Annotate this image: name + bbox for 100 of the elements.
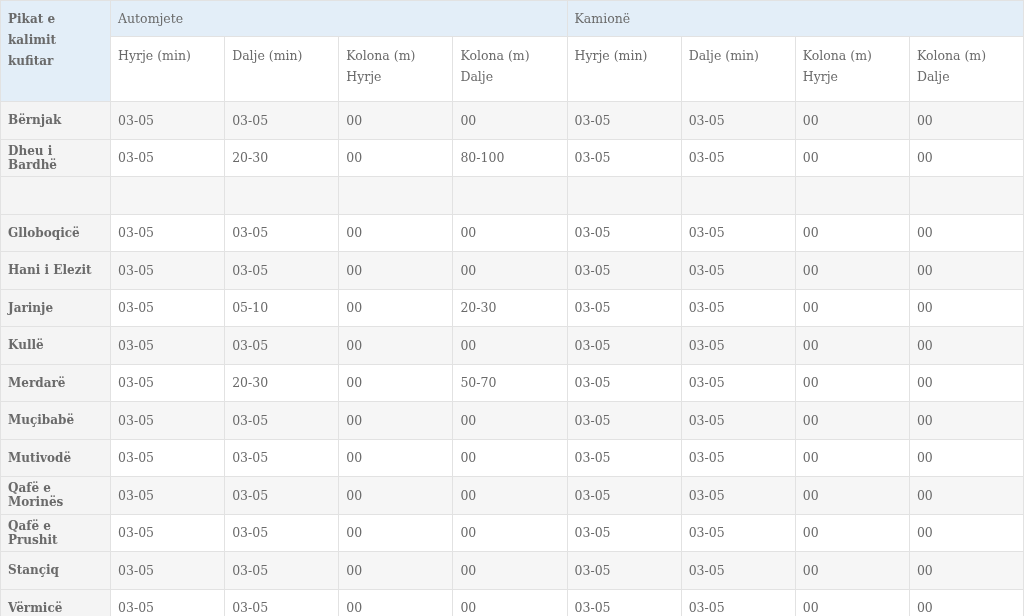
- row-header: Kullë: [8, 338, 44, 353]
- table-cell: 80-100: [460, 150, 505, 166]
- column-header: Kolona (m) Dalje: [460, 48, 530, 84]
- table-cell: 03-05: [688, 225, 725, 241]
- row-header: Jarinje: [8, 300, 54, 315]
- column-header: Hyrje (min): [118, 48, 191, 63]
- table-cell: 00: [346, 375, 363, 391]
- table-cell: 00: [916, 487, 933, 503]
- table-cell: 03-05: [118, 225, 155, 241]
- table-cell: 03-05: [574, 112, 611, 128]
- table-cell: 00: [916, 600, 933, 616]
- table-cell: 00: [802, 525, 819, 541]
- table-cell: 00: [916, 412, 933, 428]
- table-cell: 03-05: [232, 337, 269, 353]
- table-cell: 03-05: [574, 337, 611, 353]
- table-cell: 03-05: [688, 262, 725, 278]
- table-cell: 00: [916, 525, 933, 541]
- table-cell: 03-05: [232, 562, 269, 578]
- table-cell: 00: [802, 225, 819, 241]
- table-cell: 00: [460, 562, 477, 578]
- table-cell: 03-05: [688, 487, 725, 503]
- table-cell: 03-05: [232, 112, 269, 128]
- table-cell: 00: [346, 412, 363, 428]
- table-cell: 00: [916, 112, 933, 128]
- table-cell: 00: [802, 300, 819, 316]
- table-cell: 03-05: [118, 375, 155, 391]
- table-cell: 00: [346, 562, 363, 578]
- column-header: Kolona (m) Hyrje: [802, 48, 872, 84]
- table-cell: 03-05: [118, 525, 155, 541]
- table-cell: 03-05: [574, 300, 611, 316]
- table-cell: 00: [916, 150, 933, 166]
- group-header: Automjete: [118, 11, 184, 26]
- table-cell: 03-05: [574, 600, 611, 616]
- column-header: Kolona (m) Dalje: [916, 48, 986, 84]
- table-cell: 03-05: [688, 412, 725, 428]
- table-cell: 00: [802, 562, 819, 578]
- table-cell: 03-05: [118, 600, 155, 616]
- table-cell: 03-05: [688, 300, 725, 316]
- table-cell: 00: [460, 337, 477, 353]
- group-header: Kamionë: [574, 11, 631, 26]
- row-header: Qafë e Morinës: [8, 481, 64, 510]
- table-cell: 03-05: [118, 562, 155, 578]
- table-cell: 03-05: [688, 450, 725, 466]
- table-cell: 03-05: [574, 375, 611, 391]
- table-cell: 03-05: [232, 525, 269, 541]
- table-cell: 00: [802, 450, 819, 466]
- table-cell: 00: [346, 600, 363, 616]
- table-cell: 00: [916, 375, 933, 391]
- row-header: Vërmicë: [8, 600, 63, 615]
- row-header: Glloboqicë: [8, 225, 80, 240]
- table-cell: 00: [802, 112, 819, 128]
- table-cell: 03-05: [118, 487, 155, 503]
- column-header: Dalje (min): [688, 48, 759, 63]
- table-cell: 03-05: [574, 412, 611, 428]
- table-cell: 03-05: [118, 337, 155, 353]
- table-cell: 03-05: [118, 112, 155, 128]
- table-cell: 03-05: [118, 412, 155, 428]
- table-cell: 03-05: [688, 562, 725, 578]
- table-cell: 03-05: [232, 262, 269, 278]
- table-cell: 20-30: [460, 300, 497, 316]
- table-cell: 03-05: [118, 450, 155, 466]
- table-cell: 00: [460, 262, 477, 278]
- row-header: Hani i Elezit: [8, 263, 92, 278]
- table-cell: 03-05: [118, 262, 155, 278]
- column-header: Kolona (m) Hyrje: [346, 48, 416, 84]
- row-header: Qafë e Prushit: [8, 518, 58, 547]
- table-cell: 00: [802, 150, 819, 166]
- row-header: Muçibabë: [8, 413, 75, 428]
- table-cell: 00: [460, 525, 477, 541]
- table-cell: 00: [460, 412, 477, 428]
- row-header: Mutivodë: [8, 450, 72, 465]
- table-cell: 03-05: [574, 225, 611, 241]
- row-header: Bërnjak: [8, 113, 62, 128]
- table-cell: 03-05: [574, 525, 611, 541]
- table-cell: 00: [346, 525, 363, 541]
- table-cell: 03-05: [232, 600, 269, 616]
- table-cell: 03-05: [688, 150, 725, 166]
- table-cell: 00: [346, 262, 363, 278]
- table-cell: 03-05: [232, 412, 269, 428]
- table-cell: 03-05: [574, 262, 611, 278]
- table-cell: 00: [916, 225, 933, 241]
- table-cell: 00: [460, 112, 477, 128]
- table-cell: 00: [346, 112, 363, 128]
- table-cell: 00: [346, 337, 363, 353]
- table-cell: 00: [346, 450, 363, 466]
- table-cell: 03-05: [232, 225, 269, 241]
- table-cell: 03-05: [118, 300, 155, 316]
- table-cell: 00: [916, 300, 933, 316]
- table-cell: 00: [916, 562, 933, 578]
- table-cell: 00: [802, 600, 819, 616]
- table-cell: 03-05: [232, 487, 269, 503]
- table-cell: 00: [916, 450, 933, 466]
- table-cell: 03-05: [688, 600, 725, 616]
- column-header: Dalje (min): [232, 48, 303, 63]
- table-cell: 03-05: [688, 337, 725, 353]
- table-cell: 03-05: [118, 150, 155, 166]
- table-cell: 00: [460, 600, 477, 616]
- table-cell: 20-30: [232, 150, 269, 166]
- table-cell: 00: [346, 487, 363, 503]
- table-cell: 05-10: [232, 300, 269, 316]
